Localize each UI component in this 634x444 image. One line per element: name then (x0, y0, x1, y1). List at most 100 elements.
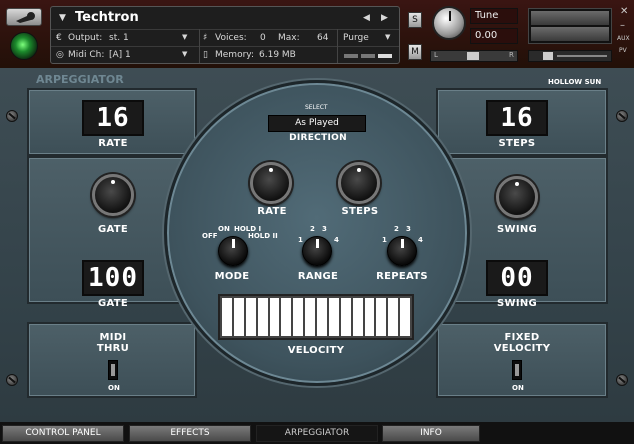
purge-dropdown-icon[interactable]: ▼ (385, 33, 390, 41)
velocity-step[interactable] (388, 298, 399, 336)
screw (6, 374, 18, 386)
memory-label: Memory: (215, 50, 254, 60)
mode-label: MODE (214, 271, 250, 282)
volume-track (557, 55, 607, 57)
meter-left (531, 11, 609, 25)
next-instrument-icon[interactable]: ▶ (381, 13, 388, 23)
tab-bar: CONTROL PANEL EFFECTS ARPEGGIATOR INFO (0, 422, 634, 444)
midi-channel-select[interactable]: [A] 1 (109, 50, 131, 60)
range-knob[interactable] (302, 236, 332, 266)
solo-button[interactable]: S (408, 12, 422, 28)
tune-label: Tune (470, 8, 518, 24)
swing-display-label: SWING (496, 298, 538, 309)
mode-knob[interactable] (218, 236, 248, 266)
tune-knob[interactable] (432, 6, 466, 40)
velocity-step[interactable] (305, 298, 315, 336)
repeats-knob[interactable] (387, 236, 417, 266)
memory-icon: ▯ (203, 50, 208, 60)
velocity-step[interactable] (233, 298, 244, 336)
volume-handle[interactable] (543, 52, 553, 60)
range-label: RANGE (297, 271, 339, 282)
tab-control-panel[interactable]: CONTROL PANEL (2, 425, 124, 442)
brand-label: HOLLOW SUN (548, 78, 602, 86)
pv-button[interactable]: PV (619, 47, 627, 54)
aux-button[interactable]: AUX (617, 35, 630, 42)
repeats-scale-3: 3 (406, 225, 411, 233)
tab-info[interactable]: INFO (382, 425, 480, 442)
prev-instrument-icon[interactable]: ◀ (363, 13, 370, 23)
level-meter (528, 8, 612, 44)
rate-knob[interactable] (250, 162, 292, 204)
instrument-header: ▼ Techtron ◀ ▶ € Output: st. 1 ▼ ◎ Midi … (0, 0, 634, 68)
direction-label: DIRECTION (289, 133, 347, 143)
instrument-title[interactable]: Techtron (75, 10, 139, 25)
steps-knob[interactable] (338, 162, 380, 204)
velocity-step[interactable] (376, 298, 387, 336)
voices-icon: ♯ (203, 33, 208, 43)
velocity-step[interactable] (340, 298, 351, 336)
direction-select[interactable]: As Played (268, 115, 366, 132)
fixed-velocity-label: FIXED VELOCITY (493, 332, 551, 354)
pan-slider[interactable]: L R (430, 50, 518, 62)
velocity-step[interactable] (317, 298, 327, 336)
velocity-step[interactable] (222, 298, 232, 336)
rate-knob-label: RATE (257, 206, 287, 217)
purge-indicator (344, 54, 358, 58)
range-scale-2: 2 (310, 225, 315, 233)
midi-channel-label: Midi Ch: (68, 50, 105, 60)
mute-button[interactable]: M (408, 44, 422, 60)
tune-value[interactable]: 0.00 (470, 28, 518, 44)
collapse-arrow-icon[interactable]: ▼ (59, 13, 66, 23)
midi-thru-state: ON (108, 384, 120, 392)
memory-value: 6.19 MB (259, 50, 296, 60)
purge-indicator (378, 54, 392, 58)
range-scale-3: 3 (322, 225, 327, 233)
purge-indicator (361, 54, 375, 58)
direction-select-caption: SELECT (305, 104, 328, 111)
velocity-step[interactable] (269, 298, 280, 336)
repeats-label: REPEATS (376, 271, 428, 282)
close-icon[interactable]: ✕ (620, 6, 628, 17)
velocity-step[interactable] (257, 298, 268, 336)
output-dropdown-icon[interactable]: ▼ (182, 33, 187, 41)
gate-knob[interactable] (92, 174, 134, 216)
midi-dropdown-icon[interactable]: ▼ (182, 50, 187, 58)
output-icon: € (56, 33, 62, 43)
section-title: ARPEGGIATOR (36, 73, 124, 86)
fixed-velocity-switch[interactable] (512, 360, 522, 380)
steps-knob-label: STEPS (341, 206, 379, 217)
range-scale-4: 4 (334, 236, 339, 244)
velocity-step[interactable] (245, 298, 256, 336)
velocity-step[interactable] (328, 298, 339, 336)
gate-knob-label: GATE (97, 224, 129, 235)
instrument-info-panel: ▼ Techtron ◀ ▶ € Output: st. 1 ▼ ◎ Midi … (50, 6, 400, 64)
velocity-step[interactable] (364, 298, 375, 336)
steps-display-label: STEPS (498, 138, 536, 149)
velocity-step[interactable] (352, 298, 363, 336)
purge-button[interactable]: Purge (343, 33, 369, 43)
gate-display: 100 (82, 260, 144, 296)
max-voices-value[interactable]: 64 (317, 33, 328, 43)
swing-knob[interactable] (496, 176, 538, 218)
pan-handle[interactable] (467, 52, 479, 60)
midi-thru-switch[interactable] (108, 360, 118, 380)
minimize-icon[interactable]: – (620, 20, 625, 31)
rate-display: 16 (82, 100, 144, 136)
status-orb (10, 32, 38, 60)
velocity-step[interactable] (281, 298, 292, 336)
meter-right (531, 27, 609, 41)
tab-arpeggiator[interactable]: ARPEGGIATOR (256, 425, 378, 442)
tab-effects[interactable]: EFFECTS (129, 425, 251, 442)
wrench-button[interactable] (6, 8, 42, 26)
output-select[interactable]: st. 1 (109, 33, 129, 43)
volume-slider[interactable] (528, 50, 612, 62)
velocity-step[interactable] (293, 298, 304, 336)
midi-thru-label: MIDI THRU (96, 332, 130, 354)
screw (6, 110, 18, 122)
mode-option-off: OFF (202, 232, 218, 240)
rate-display-label: RATE (98, 138, 128, 149)
velocity-step-grid[interactable] (218, 294, 414, 340)
fixed-velocity-state: ON (512, 384, 524, 392)
velocity-step[interactable] (400, 298, 410, 336)
output-label: Output: (68, 33, 103, 43)
